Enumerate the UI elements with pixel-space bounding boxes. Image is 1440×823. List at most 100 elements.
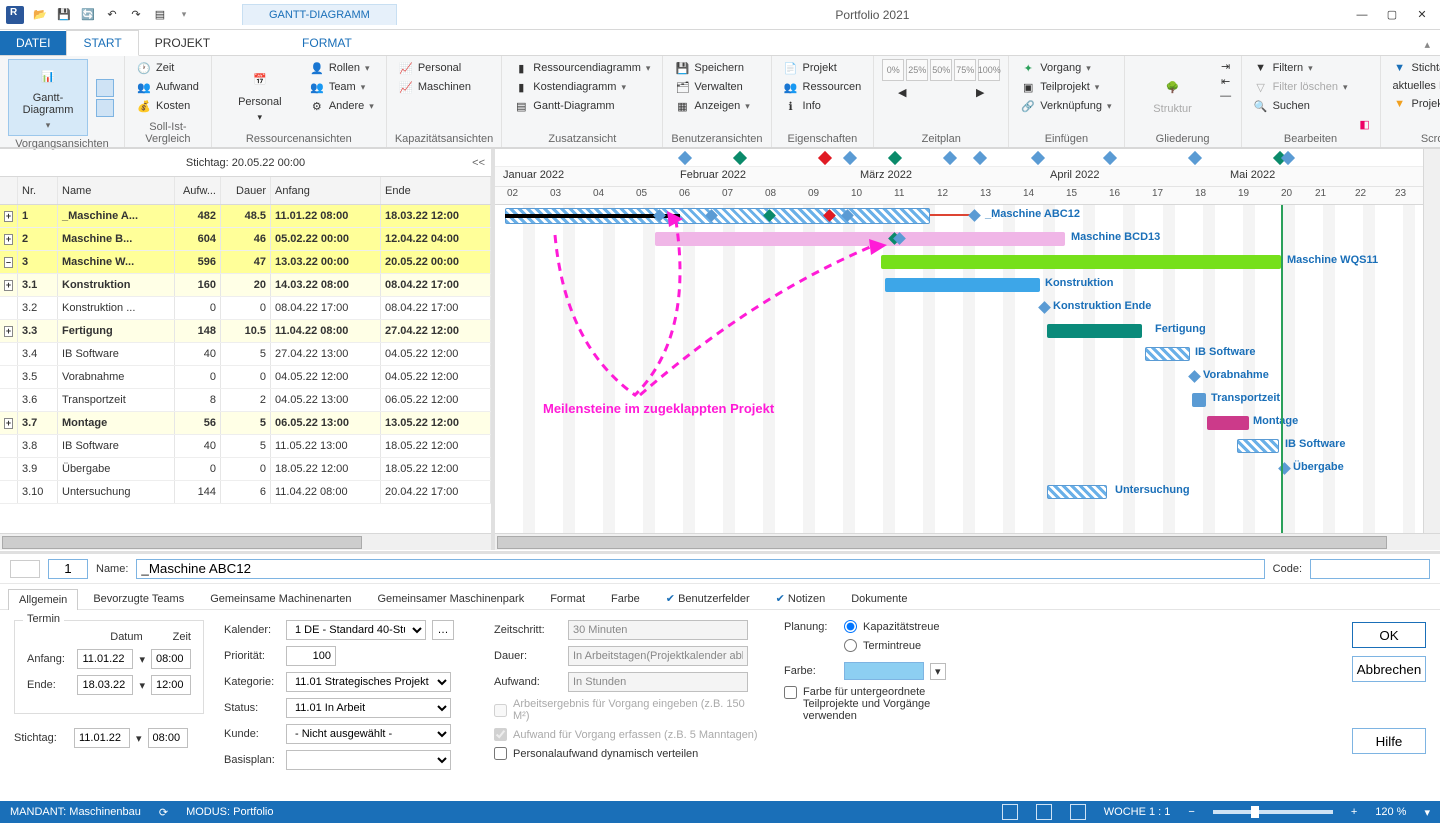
tab-datei[interactable]: DATEI — [0, 31, 66, 55]
maximize-icon[interactable]: ▢ — [1378, 4, 1406, 26]
kunde-select[interactable]: - Nicht ausgewählt - — [286, 724, 451, 744]
anfang-time[interactable] — [151, 649, 191, 669]
detail-tab[interactable]: Bevorzugte Teams — [82, 588, 195, 609]
col-name[interactable]: Name — [58, 177, 175, 204]
gantt-hscroll[interactable] — [495, 533, 1440, 550]
qat-more-icon[interactable]: ▾ — [176, 7, 192, 23]
redo-icon[interactable]: ↷ — [128, 7, 144, 23]
col-anfang[interactable]: Anfang — [271, 177, 381, 204]
team-button[interactable]: 👥Team — [306, 78, 378, 96]
table-props-icon[interactable]: ▤ — [152, 7, 168, 23]
open-icon[interactable]: 📂 — [32, 7, 48, 23]
col-ende[interactable]: Ende — [381, 177, 491, 204]
expand-icon[interactable]: – — [4, 257, 13, 268]
table-row[interactable]: + 3.3Fertigung148 10.511.04.22 08:0027.0… — [0, 320, 491, 343]
expand-icon[interactable]: + — [4, 211, 13, 222]
table-row[interactable]: 3.9Übergabe0 018.05.22 12:0018.05.22 12:… — [0, 458, 491, 481]
teilprojekt-button[interactable]: ▣Teilprojekt — [1017, 78, 1115, 96]
tab-projekt[interactable]: PROJEKT — [139, 31, 226, 55]
table-row[interactable]: + 3.1Konstruktion160 2014.03.22 08:0008.… — [0, 274, 491, 297]
table-row[interactable]: + 3.7Montage56 506.05.22 13:0013.05.22 1… — [0, 412, 491, 435]
andere-button[interactable]: ⚙Andere — [306, 97, 378, 115]
zoom-menu-icon[interactable]: ▾ — [1424, 806, 1430, 819]
stichtag-date[interactable] — [74, 728, 130, 748]
speichern-button[interactable]: 💾Speichern — [671, 59, 753, 77]
task-id-field[interactable] — [48, 559, 88, 579]
expand-icon[interactable]: + — [4, 326, 13, 337]
ressourcen-button[interactable]: 👥Ressourcen — [780, 78, 866, 96]
kap-personal-button[interactable]: 📈Personal — [395, 59, 475, 77]
table-row[interactable]: + 2Maschine B...604 4605.02.22 00:0012.0… — [0, 228, 491, 251]
indent-icon[interactable]: ⇥ — [1219, 59, 1233, 73]
stichtag-button[interactable]: ▼Stichtag — [1389, 59, 1440, 77]
kategorie-select[interactable]: 11.01 Strategisches Projekt — [286, 672, 451, 692]
kalender-more[interactable]: … — [432, 620, 454, 640]
grid-hscroll[interactable] — [0, 533, 491, 550]
detail-tab[interactable]: Benutzerfelder — [655, 587, 761, 609]
col-dauer[interactable]: Dauer — [221, 177, 271, 204]
rollen-button[interactable]: 👤Rollen — [306, 59, 378, 77]
grid-body[interactable]: + 1_Maschine A...482 48.511.01.22 08:001… — [0, 205, 491, 533]
contextual-tab-gantt[interactable]: GANTT-DIAGRAMM — [242, 4, 397, 25]
gantt-bar[interactable] — [881, 255, 1281, 269]
view-icon-1[interactable] — [1002, 804, 1018, 820]
kalender-select[interactable]: 1 DE - Standard 40-Stun — [286, 620, 426, 640]
table-row[interactable]: 3.6Transportzeit8 204.05.22 13:0006.05.2… — [0, 389, 491, 412]
planung-kap[interactable] — [844, 620, 857, 633]
zoom-100[interactable]: 100% — [978, 59, 1000, 81]
gantt-bar[interactable] — [1145, 347, 1190, 361]
table-row[interactable]: 3.4IB Software40 527.04.22 13:0004.05.22… — [0, 343, 491, 366]
zoom-0[interactable]: 0% — [882, 59, 904, 81]
gantt-button2[interactable]: ▤Gantt-Diagramm — [510, 97, 654, 115]
expand-icon[interactable]: + — [4, 234, 13, 245]
nav-buttons[interactable] — [10, 560, 40, 578]
res-diagram-button[interactable]: ▮Ressourcendiagramm — [510, 59, 654, 77]
tab-start[interactable]: START — [66, 30, 138, 56]
kosten-button[interactable]: 💰Kosten — [133, 97, 203, 115]
zoom-in-icon[interactable]: + — [1351, 806, 1357, 818]
zoom-out-icon[interactable]: − — [1188, 806, 1194, 818]
projekt-button[interactable]: 📄Projekt — [780, 59, 866, 77]
gantt-diagram-button[interactable]: 📊 Gantt-Diagramm ▾ — [8, 59, 88, 136]
anfang-date[interactable] — [77, 649, 133, 669]
grid-collapse-icon[interactable]: << — [472, 157, 485, 169]
planung-term[interactable] — [844, 639, 857, 652]
split-icon[interactable]: — — [1219, 89, 1233, 103]
projanf-button[interactable]: ▼Projektanfang — [1389, 95, 1440, 113]
gantt-bar[interactable] — [1207, 416, 1249, 430]
anzeigen-button[interactable]: ▦Anzeigen — [671, 97, 753, 115]
gantt-bar[interactable] — [1047, 485, 1107, 499]
cancel-button[interactable]: Abbrechen — [1352, 656, 1426, 682]
zeit-button[interactable]: 🕐Zeit — [133, 59, 203, 77]
detail-tab[interactable]: Dokumente — [840, 588, 918, 609]
kosten-diagram-button[interactable]: ▮Kostendiagramm — [510, 78, 654, 96]
aufwand-button[interactable]: 👥Aufwand — [133, 78, 203, 96]
vorgang-button[interactable]: ✦Vorgang — [1017, 59, 1115, 77]
basisplan-select[interactable] — [286, 750, 451, 770]
zoom-75[interactable]: 75% — [954, 59, 976, 81]
task-name-field[interactable] — [136, 559, 1264, 579]
verkn-button[interactable]: 🔗Verknüpfung — [1017, 97, 1115, 115]
info-button[interactable]: ℹInfo — [780, 97, 866, 115]
table-row[interactable]: + 1_Maschine A...482 48.511.01.22 08:001… — [0, 205, 491, 228]
detail-tab[interactable]: Gemeinsamer Maschinenpark — [366, 588, 535, 609]
milestone-icon[interactable] — [1038, 301, 1051, 314]
ribbon-collapse-icon[interactable]: ▴ — [1414, 34, 1440, 55]
ende-date[interactable] — [77, 675, 133, 695]
farbe-sub-check[interactable] — [784, 686, 797, 699]
gantt-body[interactable]: _Maschine ABC12Maschine BCD13Maschine WQ… — [495, 205, 1440, 533]
detail-tab[interactable]: Gemeinsame Machinenarten — [199, 588, 362, 609]
expand-icon[interactable]: + — [4, 280, 13, 291]
view-icon-2[interactable] — [1036, 804, 1052, 820]
prio-input[interactable] — [286, 646, 336, 666]
kap-maschinen-button[interactable]: 📈Maschinen — [395, 78, 475, 96]
right-arrow-icon[interactable]: ▶ — [973, 85, 987, 99]
refresh-icon[interactable]: 🔄 — [80, 7, 96, 23]
table-row[interactable]: 3.2Konstruktion ...0 008.04.22 17:0008.0… — [0, 297, 491, 320]
status-select[interactable]: 11.01 In Arbeit — [286, 698, 451, 718]
col-nr[interactable]: Nr. — [18, 177, 58, 204]
gantt-bar[interactable] — [1047, 324, 1142, 338]
ende-time[interactable] — [151, 675, 191, 695]
zoom-25[interactable]: 25% — [906, 59, 928, 81]
help-button[interactable]: Hilfe — [1352, 728, 1426, 754]
